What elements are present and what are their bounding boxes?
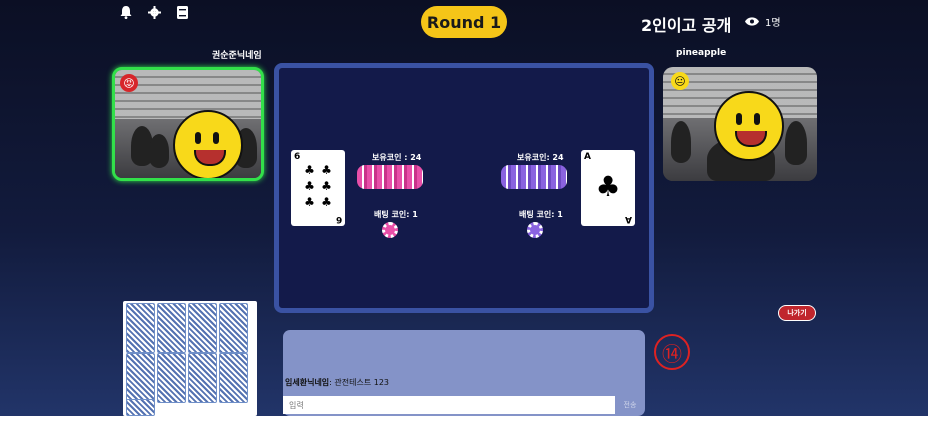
face-mask-icon xyxy=(173,110,243,178)
card-back xyxy=(126,353,155,403)
neutral-emoji-icon: 😐 xyxy=(671,72,689,90)
card-back xyxy=(157,303,186,353)
card-back xyxy=(219,303,248,353)
game-table: 6 ♣ ♣ ♣ ♣ ♣ ♣ 6 보유코인 : 24 배팅 코인: 1 보유코인: 24 배… xyxy=(274,63,654,313)
bottom-strip xyxy=(0,416,928,421)
club-pips-icon: ♣ ♣ ♣ ♣ ♣ ♣ xyxy=(304,163,332,209)
right-player-video: 😐 xyxy=(663,67,817,181)
chat-panel: 임세환닉네임: 관전테스트 123 전송 xyxy=(283,330,645,416)
right-coins-label: 보유코인: 24 xyxy=(517,153,564,162)
round-badge: Round 1 xyxy=(421,6,507,38)
viewer-count-text: 1명 xyxy=(765,18,781,29)
left-bet-label: 배팅 코인: 1 xyxy=(374,210,418,219)
chat-text: : 관전테스트 123 xyxy=(329,378,390,387)
annotation-marker: ⑭ xyxy=(654,334,690,370)
card-rank: 6 xyxy=(294,152,301,162)
eye-icon xyxy=(745,17,759,26)
right-coin-stack-icon xyxy=(501,165,567,189)
exit-button[interactable]: 나가기 xyxy=(778,305,816,321)
viewer-count: 1명 xyxy=(745,14,781,29)
chat-input[interactable] xyxy=(283,396,615,414)
send-button[interactable]: 전송 xyxy=(617,396,643,414)
card-rank: 6 xyxy=(335,214,342,224)
club-suit-icon: ♣ xyxy=(595,170,621,203)
left-player-card: 6 ♣ ♣ ♣ ♣ ♣ ♣ 6 xyxy=(291,150,345,226)
right-player-name: pineapple xyxy=(676,48,727,58)
chat-message: 임세환닉네임: 관전테스트 123 xyxy=(285,377,389,388)
left-bet-chip-icon xyxy=(382,222,398,238)
left-player-name: 권순준닉네임 xyxy=(212,51,262,61)
left-coin-stack-icon xyxy=(357,165,423,189)
right-player-card: A ♣ A xyxy=(581,150,635,226)
left-coins-label: 보유코인 : 24 xyxy=(372,153,422,162)
card-back xyxy=(157,353,186,403)
book-icon[interactable] xyxy=(174,4,190,20)
left-player-video: 😡 xyxy=(112,67,264,181)
angry-emoji-icon: 😡 xyxy=(120,74,138,92)
card-rank: A xyxy=(625,214,632,224)
card-deck xyxy=(123,301,257,416)
card-rank: A xyxy=(584,152,591,162)
right-bet-label: 배팅 코인: 1 xyxy=(519,210,563,219)
bell-icon[interactable] xyxy=(118,4,134,20)
face-mask-icon xyxy=(714,91,784,161)
top-toolbar xyxy=(118,4,190,20)
card-back xyxy=(219,353,248,403)
room-title: 2인이고 공개 xyxy=(641,16,732,35)
right-bet-chip-icon xyxy=(527,222,543,238)
card-back xyxy=(126,303,155,353)
card-back xyxy=(126,399,155,416)
gear-icon[interactable] xyxy=(146,4,162,20)
card-back xyxy=(188,353,217,403)
chat-sender: 임세환닉네임 xyxy=(285,378,330,387)
card-back xyxy=(188,303,217,353)
